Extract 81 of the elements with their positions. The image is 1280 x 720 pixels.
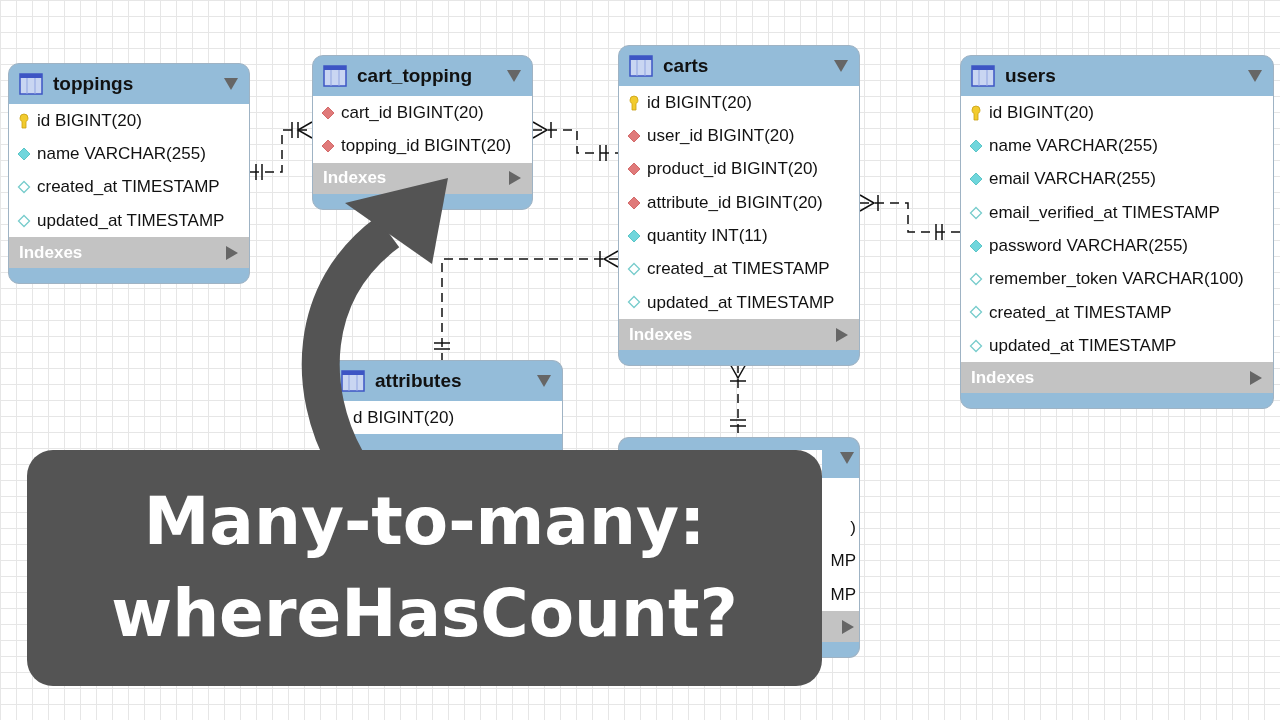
outline-diamond-icon bbox=[969, 338, 983, 353]
table-card[interactable]: users id BIGINT(20) name VARCHAR(255) email VARCHAR(255) email_verified_at TIMESTAMP password VARCHAR(255) remember_token VARCHAR(100) created_at TIMESTAMP updated_at TIMESTAMP Indexes bbox=[960, 55, 1274, 410]
indexes-label: Indexes bbox=[19, 241, 83, 264]
table-card[interactable]: toppings id BIGINT(20) name VARCHAR(255) created_at TIMESTAMP updated_at TIMESTAMP Indexes bbox=[8, 63, 250, 285]
collapse-icon[interactable] bbox=[506, 69, 522, 83]
outline-diamond-icon bbox=[627, 262, 641, 277]
table-icon bbox=[971, 64, 995, 88]
column-text: user_id BIGINT(20) bbox=[647, 125, 795, 148]
table-name: attributes bbox=[375, 368, 463, 393]
expand-icon[interactable] bbox=[1249, 369, 1263, 386]
key-icon bbox=[627, 94, 641, 111]
column-text: name VARCHAR(255) bbox=[37, 143, 206, 166]
diamond-icon bbox=[321, 138, 335, 153]
banner-heading-line: Many-to-many: bbox=[143, 481, 706, 562]
outline-diamond-icon bbox=[969, 305, 983, 320]
column-text: attribute_id BIGINT(20) bbox=[647, 191, 823, 214]
column-text: product_id BIGINT(20) bbox=[647, 158, 818, 181]
key-icon bbox=[969, 104, 983, 121]
collapse-icon[interactable] bbox=[223, 77, 239, 91]
collapse-icon[interactable] bbox=[536, 374, 552, 388]
outline-diamond-icon bbox=[969, 205, 983, 220]
column-text: MP bbox=[822, 577, 859, 612]
table-icon bbox=[629, 54, 653, 78]
column-text: topping_id BIGINT(20) bbox=[341, 135, 512, 158]
column-text: created_at TIMESTAMP bbox=[989, 301, 1172, 324]
column-text: quantity INT(11) bbox=[647, 225, 768, 248]
column-text: d BIGINT(20) bbox=[353, 406, 455, 429]
column-text: MP bbox=[822, 544, 859, 578]
expand-icon[interactable] bbox=[841, 618, 855, 635]
collapse-icon[interactable] bbox=[833, 59, 849, 73]
diamond-icon bbox=[969, 138, 983, 153]
table-icon bbox=[323, 64, 347, 88]
indexes-bar[interactable] bbox=[822, 611, 859, 643]
table-icon bbox=[341, 369, 365, 393]
diamond-icon bbox=[969, 238, 983, 253]
collapse-icon[interactable] bbox=[1247, 69, 1263, 83]
column-text: password VARCHAR(255) bbox=[989, 235, 1189, 258]
table-name: cart_topping bbox=[357, 63, 474, 88]
diamond-icon bbox=[627, 162, 641, 177]
column-text: updated_at TIMESTAMP bbox=[37, 209, 225, 232]
column-text: id BIGINT(20) bbox=[989, 101, 1094, 124]
table-name: users bbox=[1005, 63, 1057, 88]
diamond-icon bbox=[627, 228, 641, 243]
diamond-icon bbox=[321, 105, 335, 120]
expand-icon[interactable] bbox=[508, 170, 522, 187]
table-name: carts bbox=[663, 53, 710, 78]
column-text: id BIGINT(20) bbox=[37, 109, 142, 132]
column-text: cart_id BIGINT(20) bbox=[341, 101, 484, 124]
diamond-icon bbox=[17, 146, 31, 161]
table-row bbox=[822, 478, 859, 512]
table-icon bbox=[19, 72, 43, 96]
column-text: created_at TIMESTAMP bbox=[647, 258, 830, 281]
key-icon bbox=[17, 112, 31, 129]
indexes-label: Indexes bbox=[971, 367, 1035, 390]
column-text: created_at TIMESTAMP bbox=[37, 176, 220, 199]
expand-icon[interactable] bbox=[225, 244, 239, 261]
outline-diamond-icon bbox=[17, 180, 31, 195]
column-text: email_verified_at TIMESTAMP bbox=[989, 201, 1220, 224]
outline-diamond-icon bbox=[969, 272, 983, 287]
expand-icon[interactable] bbox=[835, 326, 849, 343]
table-card[interactable]: carts id BIGINT(20) user_id BIGINT(20) product_id BIGINT(20) attribute_id BIGINT(20) quantity INT(11) created_at TIMESTAMP updated_at TIMESTAMP Indexes bbox=[618, 45, 860, 367]
indexes-label: Indexes bbox=[323, 167, 387, 190]
column-text: name VARCHAR(255) bbox=[989, 135, 1158, 158]
diamond-icon bbox=[969, 172, 983, 187]
diamond-icon bbox=[627, 195, 641, 210]
column-text: updated_at TIMESTAMP bbox=[647, 291, 835, 314]
column-text: id BIGINT(20) bbox=[647, 91, 752, 114]
banner-heading-line: whereHasCount? bbox=[111, 574, 738, 654]
diamond-icon bbox=[627, 128, 641, 143]
column-text: updated_at TIMESTAMP bbox=[989, 334, 1177, 357]
outline-diamond-icon bbox=[17, 213, 31, 228]
table-card[interactable]: cart_topping cart_id BIGINT(20) topping_id BIGINT(20) Indexes bbox=[312, 55, 533, 210]
outline-diamond-icon bbox=[627, 295, 641, 310]
column-text: ) bbox=[822, 511, 859, 545]
table-card[interactable]: ) MP MP bbox=[822, 437, 860, 659]
column-text: email VARCHAR(255) bbox=[989, 168, 1156, 191]
collapse-icon[interactable] bbox=[839, 451, 855, 465]
relationship-line bbox=[249, 121, 313, 181]
column-text: remember_token VARCHAR(100) bbox=[989, 268, 1244, 291]
table-name: toppings bbox=[53, 71, 135, 96]
indexes-label: Indexes bbox=[629, 323, 693, 346]
